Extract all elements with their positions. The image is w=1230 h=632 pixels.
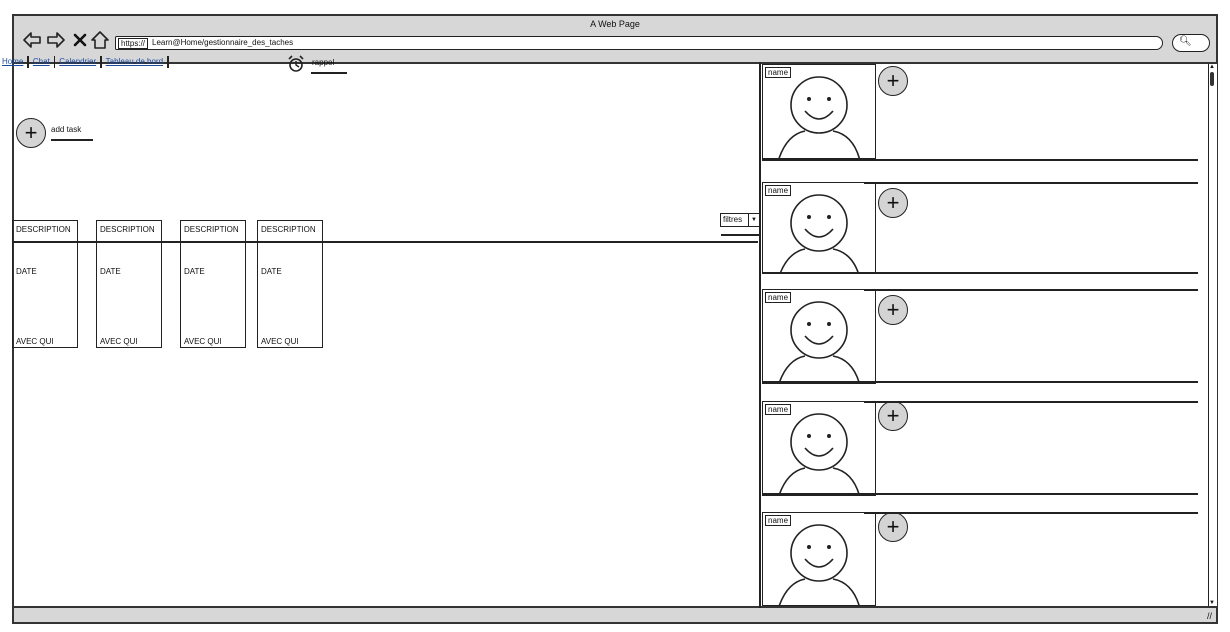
add-contact-button[interactable]: +	[878, 401, 908, 431]
row-divider	[864, 512, 1198, 514]
user-avatar-icon	[779, 194, 860, 273]
card-date: DATE	[16, 267, 37, 276]
user-avatar-icon	[778, 413, 861, 495]
avatar[interactable]: name	[762, 512, 876, 606]
card-date: DATE	[100, 267, 121, 276]
profile-row: name +	[748, 64, 1198, 161]
row-divider	[762, 272, 1198, 274]
task-card[interactable]: DESCRIPTION DATE AVEC QUI	[12, 220, 78, 348]
nav-separator	[167, 56, 169, 68]
avatar[interactable]: name	[762, 64, 876, 159]
avatar[interactable]: name	[762, 401, 876, 496]
avatar[interactable]: name	[762, 289, 876, 384]
nav-separator	[27, 56, 29, 68]
resize-grip-icon[interactable]: //	[1207, 611, 1212, 621]
search-icon: 🔍︎	[1179, 36, 1192, 47]
row-divider	[864, 401, 1198, 403]
alarm-clock-icon[interactable]	[287, 55, 305, 73]
reminder-label[interactable]: rappel	[312, 58, 334, 67]
add-task-underline	[51, 139, 93, 141]
address-bar[interactable]: https:// Learn@Home/gestionnaire_des_tac…	[115, 36, 1163, 50]
nav-chat[interactable]: Chat	[33, 57, 50, 66]
add-contact-button[interactable]: +	[878, 188, 908, 218]
window-title: A Web Page	[590, 19, 640, 29]
card-avec-qui: AVEC QUI	[184, 337, 222, 346]
profile-name: name	[765, 404, 792, 415]
card-date: DATE	[184, 267, 205, 276]
row-divider	[762, 493, 1198, 495]
profile-name: name	[765, 515, 792, 526]
card-description: DESCRIPTION	[16, 225, 71, 234]
row-divider	[864, 289, 1198, 291]
task-card[interactable]: DESCRIPTION DATE AVEC QUI	[257, 220, 323, 348]
row-divider	[762, 159, 1198, 161]
scroll-up-icon[interactable]: ▲	[1209, 64, 1215, 70]
card-avec-qui: AVEC QUI	[261, 337, 299, 346]
home-icon[interactable]	[90, 30, 110, 50]
card-date: DATE	[261, 267, 282, 276]
plus-icon: +	[886, 297, 900, 322]
profile-row: name +	[748, 289, 1198, 385]
row-divider	[864, 182, 1198, 184]
url-protocol: https://	[118, 38, 149, 49]
add-contact-button[interactable]: +	[878, 295, 908, 325]
add-contact-button[interactable]: +	[878, 512, 908, 542]
scroll-down-icon[interactable]: ▼	[1209, 600, 1215, 606]
add-contact-button[interactable]: +	[878, 66, 908, 96]
user-avatar-icon	[778, 301, 861, 383]
profile-name: name	[765, 292, 792, 303]
profile-row: name +	[748, 401, 1198, 497]
card-avec-qui: AVEC QUI	[100, 337, 138, 346]
avatar[interactable]: name	[762, 182, 876, 274]
profile-name: name	[765, 67, 792, 78]
reminder-underline	[311, 72, 347, 74]
nav-separator	[100, 56, 102, 68]
back-arrow-icon[interactable]	[22, 30, 42, 50]
close-icon[interactable]	[70, 30, 90, 50]
plus-icon: +	[886, 403, 900, 428]
scrollbar-thumb[interactable]	[1210, 72, 1214, 86]
profile-row: name +	[748, 512, 1198, 606]
top-nav: Home Chat Calendrier Tableau de bord	[2, 56, 173, 68]
browser-titlebar: A Web Page https:// Learn@Home/gestionna…	[14, 16, 1216, 64]
nav-home[interactable]: Home	[2, 57, 23, 66]
card-description: DESCRIPTION	[100, 225, 155, 234]
user-avatar-icon	[778, 524, 860, 605]
add-task-button[interactable]: +	[16, 118, 46, 148]
plus-icon: +	[886, 68, 900, 93]
task-card[interactable]: DESCRIPTION DATE AVEC QUI	[180, 220, 246, 348]
url-path: Learn@Home/gestionnaire_des_taches	[150, 38, 296, 48]
nav-separator	[53, 56, 56, 68]
forward-arrow-icon[interactable]	[46, 30, 66, 50]
filter-label: filtres	[723, 215, 743, 224]
vertical-scrollbar[interactable]: ▲ ▼	[1208, 64, 1217, 606]
plus-icon: +	[886, 514, 900, 539]
nav-calendrier[interactable]: Calendrier	[59, 57, 96, 66]
nav-tableau-de-bord[interactable]: Tableau de bord	[106, 57, 163, 66]
add-task-label[interactable]: add task	[51, 125, 81, 134]
task-card[interactable]: DESCRIPTION DATE AVEC QUI	[96, 220, 162, 348]
profile-name: name	[765, 185, 792, 196]
status-bar: //	[14, 606, 1216, 622]
card-description: DESCRIPTION	[261, 225, 316, 234]
row-divider	[762, 381, 1198, 383]
plus-icon: +	[24, 120, 38, 145]
search-button[interactable]: 🔍︎	[1172, 34, 1210, 52]
card-avec-qui: AVEC QUI	[16, 337, 54, 346]
profile-row: name +	[748, 182, 1198, 274]
plus-icon: +	[886, 190, 900, 215]
card-description: DESCRIPTION	[184, 225, 239, 234]
user-avatar-icon	[778, 76, 861, 158]
